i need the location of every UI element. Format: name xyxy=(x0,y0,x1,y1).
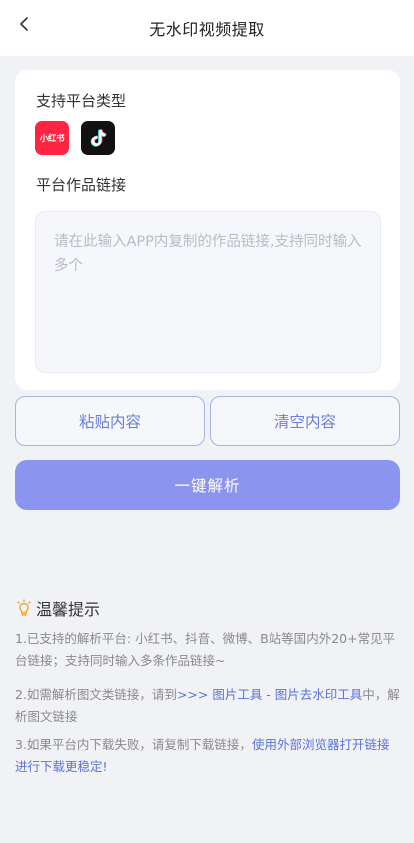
parse-button[interactable]: 一键解析 xyxy=(15,460,400,510)
link-label: 平台作品链接 xyxy=(36,176,127,194)
tips-header: 温馨提示 xyxy=(16,596,100,620)
clear-button[interactable]: 清空内容 xyxy=(210,396,400,446)
page-title: 无水印视频提取 xyxy=(149,20,265,39)
lightbulb-icon xyxy=(17,599,31,616)
xiaohongshu-icon: 小红书 xyxy=(35,121,69,155)
douyin-icon xyxy=(81,121,115,155)
app-screen: 无水印视频提取 支持平台类型 小红书 平台作品链接 请在此输入APP内复制的作品… xyxy=(0,0,414,843)
tip-item-2: 2.如需解析图文类链接，请到>>> 图片工具 - 图片去水印工具中，解析图文链接 xyxy=(15,684,401,728)
paste-button[interactable]: 粘贴内容 xyxy=(15,396,205,446)
platform-icon-list: 小红书 xyxy=(35,121,115,155)
platforms-label: 支持平台类型 xyxy=(36,92,127,110)
tip-2-prefix: 2.如需解析图文类链接，请到 xyxy=(15,687,177,702)
image-watermark-tool-link[interactable]: >>> 图片工具 - 图片去水印工具 xyxy=(177,687,362,702)
tips-title: 温馨提示 xyxy=(36,600,101,619)
header-bar: 无水印视频提取 xyxy=(0,0,414,56)
douyin-logo xyxy=(90,129,107,147)
xiaohongshu-logo-text: 小红书 xyxy=(39,134,65,144)
tip-3-prefix: 3.如果平台内下载失败，请复制下载链接， xyxy=(15,737,252,752)
tip-item-1: 1.已支持的解析平台: 小红书、抖音、微博、B站等国内外20+常见平台链接；支持… xyxy=(15,631,396,668)
tip-item-3: 3.如果平台内下载失败，请复制下载链接，使用外部浏览器打开链接进行下载更稳定! xyxy=(15,734,401,778)
link-input[interactable] xyxy=(35,211,381,373)
extract-form-card: 支持平台类型 小红书 平台作品链接 xyxy=(15,70,400,390)
